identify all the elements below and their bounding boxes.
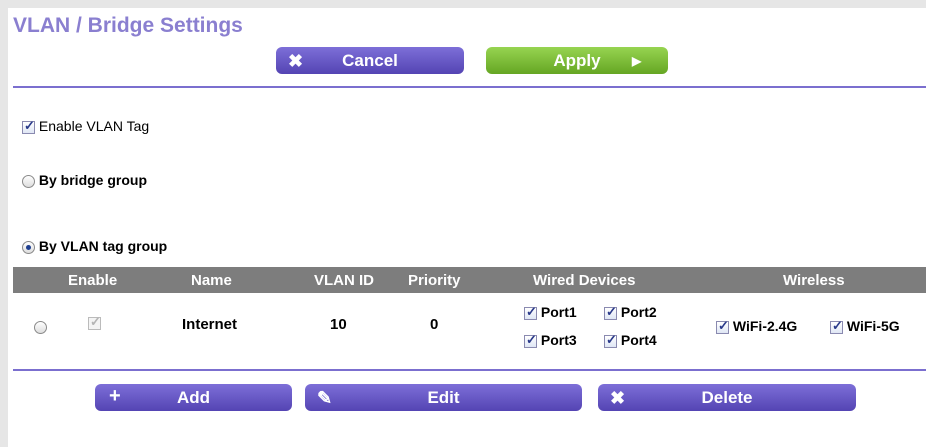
- wifi-5g-item[interactable]: WiFi-5G: [830, 318, 900, 334]
- col-wired-devices: Wired Devices: [533, 272, 636, 289]
- port1-checkbox[interactable]: [524, 304, 537, 320]
- port4-checkbox[interactable]: [604, 332, 617, 348]
- port3-label: Port3: [540, 332, 577, 348]
- port1-label: Port1: [540, 304, 577, 320]
- port1-item[interactable]: Port1: [524, 304, 577, 320]
- port3-checkbox[interactable]: [524, 332, 537, 348]
- row-name: Internet: [182, 316, 238, 333]
- bridge-group-radio[interactable]: [22, 174, 35, 188]
- col-wireless: Wireless: [783, 272, 845, 289]
- wifi-24g-checkbox[interactable]: [716, 318, 729, 334]
- port3-item[interactable]: Port3: [524, 332, 577, 348]
- cancel-button[interactable]: ✖ Cancel: [276, 47, 464, 74]
- col-vlan-id: VLAN ID: [314, 272, 374, 289]
- col-name: Name: [191, 272, 232, 289]
- bottom-divider: [13, 369, 926, 371]
- vlan-tag-group-radio[interactable]: [22, 240, 35, 254]
- vlan-table-header: Enable Name VLAN ID Priority Wired Devic…: [13, 267, 926, 293]
- row-vlan-id: 10: [330, 316, 347, 333]
- port2-item[interactable]: Port2: [604, 304, 657, 320]
- wifi-24g-label: WiFi-2.4G: [732, 318, 798, 334]
- wifi-24g-item[interactable]: WiFi-2.4G: [716, 318, 797, 334]
- window-frame-top: [0, 0, 926, 8]
- col-priority: Priority: [408, 272, 461, 289]
- play-arrow-icon: ▶: [632, 54, 642, 68]
- mode-bridge-group[interactable]: By bridge group: [22, 172, 147, 188]
- enable-vlan-tag-row[interactable]: Enable VLAN Tag: [22, 118, 149, 134]
- port2-checkbox[interactable]: [604, 304, 617, 320]
- page-title: VLAN / Bridge Settings: [13, 14, 243, 37]
- vlan-tag-group-label: By VLAN tag group: [38, 238, 168, 254]
- wifi-5g-label: WiFi-5G: [846, 318, 900, 334]
- port4-label: Port4: [620, 332, 657, 348]
- edit-button[interactable]: ✎ Edit: [305, 384, 582, 411]
- top-divider: [13, 86, 926, 88]
- row-priority: 0: [430, 316, 439, 333]
- port4-item[interactable]: Port4: [604, 332, 657, 348]
- row-enable-checkbox: [88, 314, 101, 330]
- enable-vlan-tag-label: Enable VLAN Tag: [38, 118, 150, 134]
- window-frame-left: [0, 0, 8, 447]
- row-select-radio[interactable]: [34, 321, 47, 334]
- col-enable: Enable: [68, 272, 118, 289]
- wifi-5g-checkbox[interactable]: [830, 318, 843, 334]
- mode-vlan-tag-group[interactable]: By VLAN tag group: [22, 238, 167, 254]
- apply-button[interactable]: Apply ▶: [486, 47, 668, 74]
- delete-button[interactable]: ✖ Delete: [598, 384, 856, 411]
- add-button[interactable]: + Add: [95, 384, 292, 411]
- enable-vlan-tag-checkbox[interactable]: [22, 118, 35, 134]
- port2-label: Port2: [620, 304, 657, 320]
- bridge-group-label: By bridge group: [38, 172, 148, 188]
